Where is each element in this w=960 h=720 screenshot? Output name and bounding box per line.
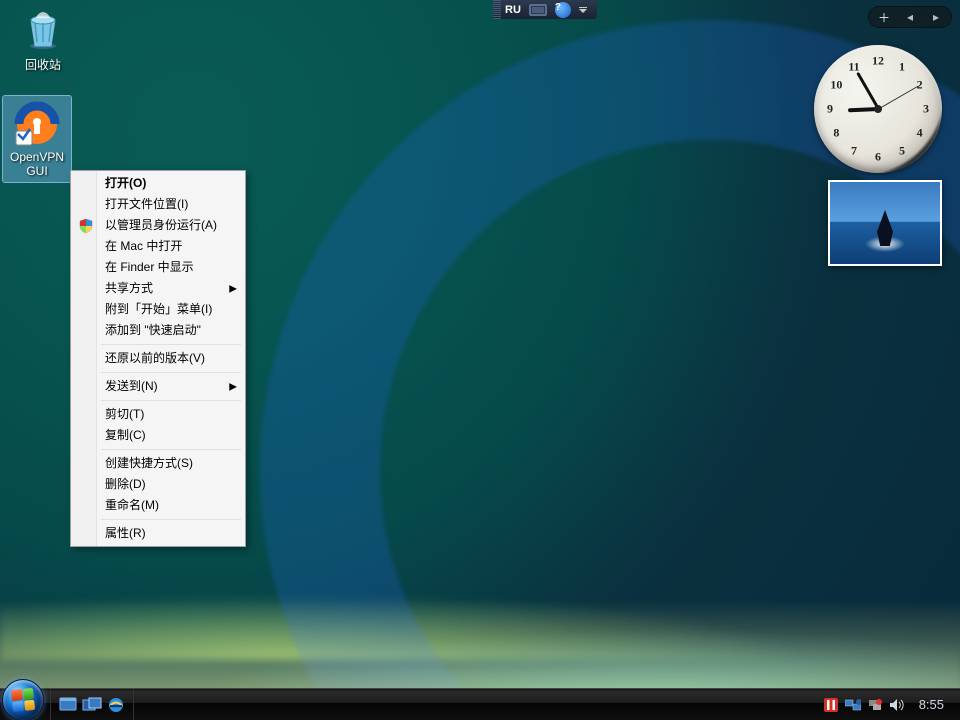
clock-numeral: 5: [899, 143, 905, 158]
sidebar-controls: ＋ ◂ ▸: [868, 6, 952, 28]
windows-logo-icon: [11, 688, 35, 712]
switch-windows-icon[interactable]: [81, 694, 103, 716]
system-tray: 8:55: [815, 689, 960, 720]
icon-label: OpenVPN GUI: [3, 150, 71, 178]
menu-item[interactable]: 打开文件位置(I): [73, 194, 243, 215]
recycle-bin-icon: [19, 6, 67, 54]
clock-numeral: 6: [875, 150, 881, 165]
slideshow-gadget[interactable]: [828, 180, 942, 266]
clock-numeral: 3: [923, 102, 929, 117]
prev-gadget-button[interactable]: ◂: [897, 7, 923, 27]
clock-numeral: 12: [872, 54, 884, 69]
menu-item[interactable]: 重命名(M): [73, 495, 243, 516]
clock-numeral: 4: [917, 126, 923, 141]
menu-separator: [101, 400, 241, 401]
menu-item[interactable]: 属性(R): [73, 523, 243, 544]
menu-separator: [101, 344, 241, 345]
menu-item[interactable]: 共享方式▶: [73, 278, 243, 299]
menu-separator: [101, 519, 241, 520]
context-menu: 打开(O)打开文件位置(I)以管理员身份运行(A)在 Mac 中打开在 Find…: [70, 170, 246, 547]
language-bar[interactable]: RU ?: [493, 0, 597, 19]
clock-numeral: 8: [833, 126, 839, 141]
whale-tail: [877, 210, 893, 246]
start-button[interactable]: [2, 679, 44, 720]
menu-item[interactable]: 创建快捷方式(S): [73, 453, 243, 474]
menu-item[interactable]: 附到「开始」菜单(I): [73, 299, 243, 320]
add-gadget-button[interactable]: ＋: [871, 7, 897, 27]
next-gadget-button[interactable]: ▸: [923, 7, 949, 27]
menu-item[interactable]: 删除(D): [73, 474, 243, 495]
openvpn-tray-icon[interactable]: [867, 697, 883, 713]
options-dropdown-icon[interactable]: [575, 0, 591, 19]
quick-launch: [50, 689, 134, 720]
volume-icon[interactable]: [889, 697, 905, 713]
clock-numeral: 9: [827, 102, 833, 117]
openvpn-icon: [13, 100, 61, 148]
internet-explorer-icon[interactable]: [105, 694, 127, 716]
menu-item[interactable]: 添加到 "快速启动": [73, 320, 243, 341]
keyboard-icon[interactable]: [525, 0, 551, 19]
desktop-icon-recycle-bin[interactable]: 回收站: [6, 6, 80, 73]
menu-separator: [101, 372, 241, 373]
clock-gadget[interactable]: 121234567891011: [814, 45, 942, 173]
menu-item[interactable]: 复制(C): [73, 425, 243, 446]
menu-item[interactable]: 打开(O): [73, 173, 243, 194]
menu-item[interactable]: 在 Mac 中打开: [73, 236, 243, 257]
submenu-arrow-icon: ▶: [229, 278, 237, 299]
menu-item[interactable]: 发送到(N)▶: [73, 376, 243, 397]
submenu-arrow-icon: ▶: [229, 376, 237, 397]
menu-item[interactable]: 在 Finder 中显示: [73, 257, 243, 278]
show-desktop-icon[interactable]: [57, 694, 79, 716]
clock-center-pin: [874, 105, 882, 113]
menu-item[interactable]: 剪切(T): [73, 404, 243, 425]
shield-icon: [78, 218, 94, 234]
network-icon[interactable]: [845, 697, 861, 713]
clock-numeral: 11: [848, 60, 859, 75]
clock-numeral: 10: [830, 78, 842, 93]
language-indicator[interactable]: RU: [501, 0, 525, 19]
menu-separator: [101, 449, 241, 450]
icon-label: 回收站: [6, 56, 80, 73]
desktop-icon-openvpn-gui[interactable]: OpenVPN GUI: [3, 96, 71, 182]
clock-numeral: 1: [899, 60, 905, 75]
parallels-icon[interactable]: [823, 697, 839, 713]
taskbar: 8:55: [0, 688, 960, 720]
menu-item[interactable]: 还原以前的版本(V): [73, 348, 243, 369]
menu-item[interactable]: 以管理员身份运行(A): [73, 215, 243, 236]
clock-numeral: 7: [851, 143, 857, 158]
help-icon[interactable]: ?: [551, 0, 575, 19]
clock-numeral: 2: [917, 78, 923, 93]
taskbar-clock[interactable]: 8:55: [911, 697, 952, 712]
drag-handle-icon[interactable]: [493, 0, 501, 19]
